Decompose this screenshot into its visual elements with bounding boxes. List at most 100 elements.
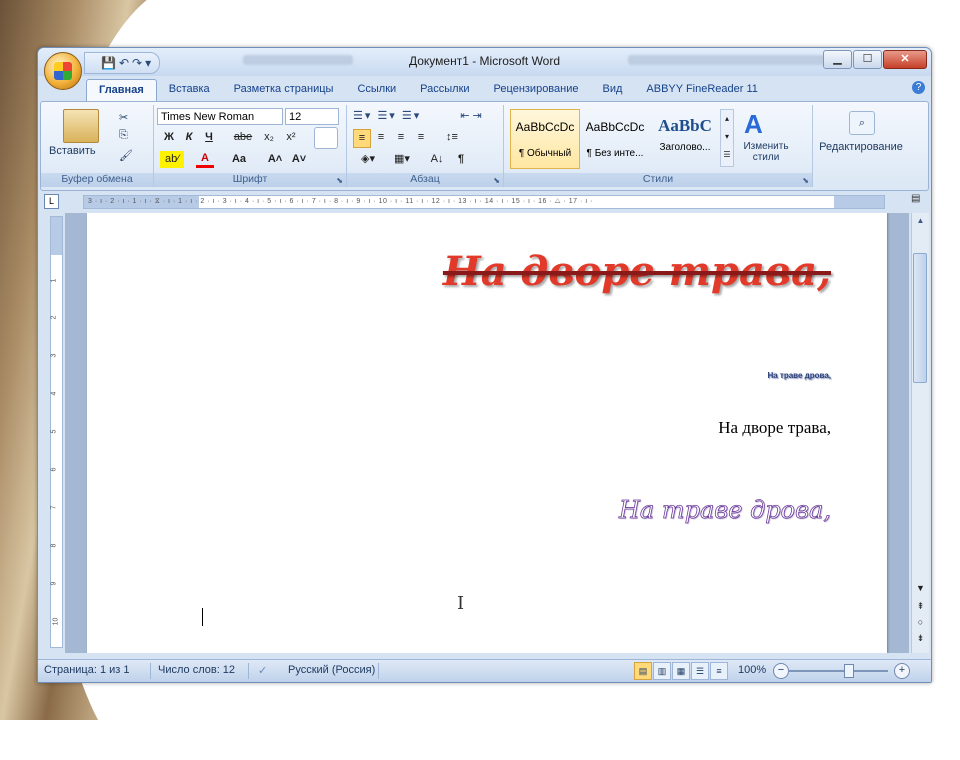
word-count[interactable]: Число слов: 12	[158, 664, 235, 676]
draft-icon[interactable]: ≡	[710, 662, 728, 680]
ibeam-cursor-icon: I	[457, 593, 465, 614]
maximize-button[interactable]: ☐	[853, 50, 882, 69]
vruler-number: 5	[50, 429, 58, 434]
full-screen-reading-icon[interactable]: ▥	[653, 662, 671, 680]
indent-buttons[interactable]: ⇤ ⇥	[451, 108, 491, 125]
sort-button[interactable]: A↓	[427, 151, 447, 168]
paste-icon[interactable]	[63, 109, 99, 143]
font-group: Times New Roman 12 Ж К Ч abe x₂ x² ab⁄ A…	[154, 105, 347, 187]
ruler-right-margin	[834, 196, 884, 208]
subscript-button[interactable]: x₂	[260, 129, 278, 146]
style-heading[interactable]: AaBbC Заголово...	[650, 109, 720, 169]
font-group-label: Шрифт	[154, 173, 346, 187]
grow-font-button[interactable]: A˄	[264, 151, 286, 168]
tab-home[interactable]: Главная	[86, 79, 157, 102]
show-marks-button[interactable]: ¶	[451, 151, 471, 168]
tab-mailings[interactable]: Рассылки	[408, 79, 481, 101]
font-family-select[interactable]: Times New Roman	[157, 108, 283, 125]
copy-icon[interactable]: ⎘	[119, 129, 128, 142]
strikethrough-button[interactable]: abe	[230, 129, 256, 146]
zoom-slider-thumb[interactable]	[844, 664, 854, 678]
vruler-number: 1	[50, 278, 58, 283]
format-painter-icon[interactable]: 🖌	[119, 149, 133, 162]
view-ruler-icon[interactable]: ▤	[911, 193, 925, 207]
highlight-button[interactable]: ab⁄	[160, 151, 184, 168]
outline-icon[interactable]: ☰	[691, 662, 709, 680]
styles-scroll[interactable]: ▴ ▾ ☰	[720, 109, 734, 167]
vruler-number: 4	[50, 391, 58, 396]
zoom-in-button[interactable]: +	[894, 663, 910, 679]
font-size-select[interactable]: 12	[285, 108, 339, 125]
web-layout-icon[interactable]: ▦	[672, 662, 690, 680]
vruler-number: 8	[50, 543, 58, 548]
window-controls: ▁ ☐ ✕	[823, 50, 927, 69]
browse-object-icon[interactable]: ○	[912, 617, 929, 627]
previous-page-icon[interactable]: ⇞	[912, 601, 929, 612]
minimize-button[interactable]: ▁	[823, 50, 852, 69]
vruler-number: 6	[50, 467, 58, 472]
cut-icon[interactable]: ✂	[119, 111, 128, 124]
styles-group: AaBbCcDc ¶ Обычный AaBbCcDc ¶ Без инте..…	[504, 105, 813, 187]
change-styles-icon: A	[744, 109, 763, 139]
superscript-button[interactable]: x²	[282, 129, 300, 146]
bold-button[interactable]: Ж	[160, 129, 178, 146]
align-right-button[interactable]: ≡	[393, 129, 409, 146]
borders-button[interactable]: ▦▾	[387, 151, 417, 168]
style-no-spacing[interactable]: AaBbCcDc ¶ Без инте...	[580, 109, 650, 169]
close-button[interactable]: ✕	[883, 50, 927, 69]
zoom-slider[interactable]	[788, 670, 888, 672]
help-icon[interactable]: ?	[912, 81, 925, 94]
tab-selector[interactable]: L	[44, 194, 59, 209]
align-center-button[interactable]: ≡	[373, 129, 389, 146]
tab-review[interactable]: Рецензирование	[482, 79, 591, 101]
vertical-ruler-top-margin	[51, 217, 62, 255]
underline-button[interactable]: Ч	[200, 129, 218, 146]
vertical-ruler[interactable]: 1 2 3 4 5 6 7 8 9 10	[50, 216, 63, 648]
text-line-4: На траве дрова,	[618, 496, 832, 525]
style-sample: AaBbCcDc	[585, 120, 645, 134]
change-case-button[interactable]: Aa	[228, 151, 250, 168]
vruler-number: 3	[50, 353, 58, 358]
office-button[interactable]	[44, 52, 82, 90]
justify-button[interactable]: ≡	[413, 129, 429, 146]
scroll-thumb[interactable]	[913, 253, 927, 383]
italic-button[interactable]: К	[180, 129, 198, 146]
scroll-down-icon[interactable]: ▼	[912, 583, 929, 593]
style-name: ¶ Обычный	[518, 148, 572, 159]
tab-insert[interactable]: Вставка	[157, 79, 222, 101]
ribbon-tabs: Главная Вставка Разметка страницы Ссылки…	[86, 79, 770, 102]
ruler-numbers: 3 · ı · 2 · ı · 1 · ı · ⧖ · ı · 1 · ı · …	[88, 198, 594, 205]
ruler-row: L 3 · ı · 2 · ı · 1 · ı · ⧖ · ı · 1 · ı …	[38, 191, 931, 211]
zoom-level[interactable]: 100%	[738, 664, 766, 676]
tab-view[interactable]: Вид	[591, 79, 635, 101]
shading-button[interactable]: ◈▾	[353, 151, 383, 168]
proofing-icon[interactable]: ✓	[258, 664, 267, 677]
line-spacing-button[interactable]: ↕≡	[439, 129, 465, 146]
page-count[interactable]: Страница: 1 из 1	[44, 664, 130, 676]
tab-references[interactable]: Ссылки	[345, 79, 408, 101]
zoom-out-button[interactable]: −	[773, 663, 789, 679]
horizontal-ruler[interactable]: 3 · ı · 2 · ı · 1 · ı · ⧖ · ı · 1 · ı · …	[83, 195, 885, 209]
language-indicator[interactable]: Русский (Россия)	[288, 664, 375, 676]
font-color-button[interactable]: A	[196, 151, 214, 168]
document-page[interactable]: На дворе трава, На траве дрова, На дворе…	[87, 213, 887, 653]
font-dialog-launcher-icon[interactable]: ⬊	[336, 176, 343, 185]
clear-formatting-button[interactable]	[314, 127, 338, 149]
tab-page-layout[interactable]: Разметка страницы	[222, 79, 346, 101]
change-styles-button[interactable]: Изменить стили	[738, 141, 794, 163]
list-buttons[interactable]: ☰▾ ☰▾ ☰▾	[353, 108, 443, 125]
title-bar: 💾 ↶ ↷ ▾ Документ1 - Microsoft Word ▁ ☐ ✕	[38, 48, 931, 76]
next-page-icon[interactable]: ⇟	[912, 633, 929, 644]
tab-abbyy[interactable]: ABBYY FineReader 11	[634, 79, 770, 101]
shrink-font-button[interactable]: A˅	[288, 151, 310, 168]
align-left-button[interactable]: ≡	[353, 129, 371, 148]
paste-button[interactable]: Вставить	[49, 145, 96, 157]
editing-button[interactable]: Редактирование	[815, 141, 907, 153]
vertical-scrollbar[interactable]: ▲ ▼ ⇞ ○ ⇟	[911, 213, 929, 653]
style-normal[interactable]: AaBbCcDc ¶ Обычный	[510, 109, 580, 169]
paragraph-dialog-launcher-icon[interactable]: ⬊	[493, 176, 500, 185]
styles-dialog-launcher-icon[interactable]: ⬊	[802, 176, 809, 185]
document-area: На дворе трава, На траве дрова, На дворе…	[65, 213, 909, 653]
print-layout-icon[interactable]: ▤	[634, 662, 652, 680]
scroll-up-icon[interactable]: ▲	[912, 213, 929, 229]
